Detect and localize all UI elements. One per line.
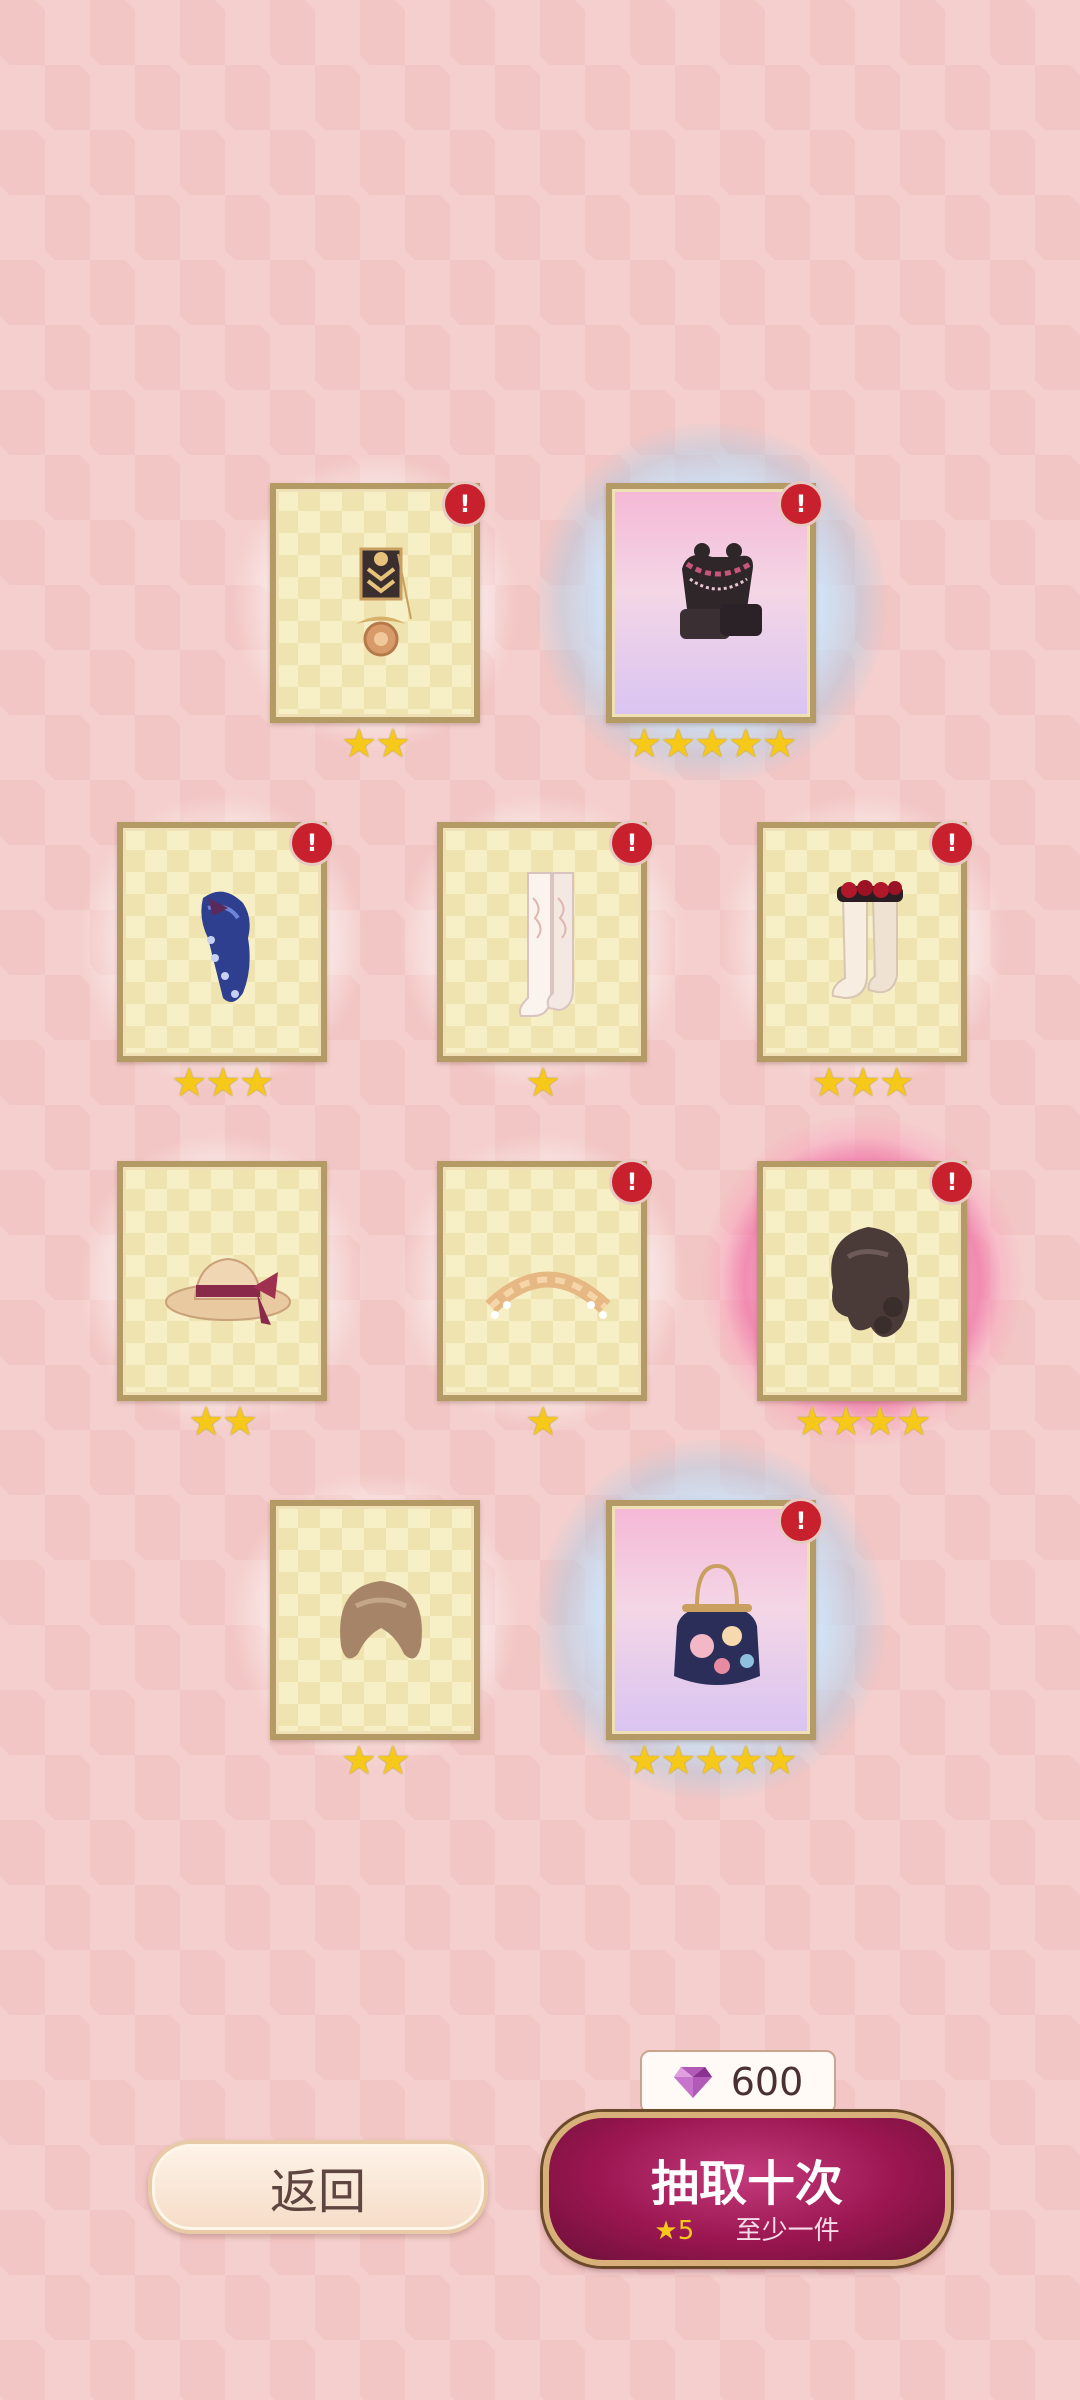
item-slot-8[interactable]: ! ★★★★ xyxy=(702,1116,1022,1446)
bob-wig-icon xyxy=(340,1581,422,1659)
item-card[interactable]: ! xyxy=(757,1159,975,1401)
new-badge: ! xyxy=(778,481,824,527)
rarity-stars: ★★★ xyxy=(171,1060,275,1106)
back-button[interactable]: 返回 xyxy=(148,2140,488,2234)
new-badge: ! xyxy=(609,1159,655,1205)
item-slot-2[interactable]: ! ★★★★★ xyxy=(536,423,886,783)
item-card[interactable]: ! xyxy=(437,1159,655,1401)
new-badge: ! xyxy=(929,1159,975,1205)
new-badge: ! xyxy=(442,481,488,527)
guarantee-label: 至少一件 xyxy=(735,2216,840,2246)
handbag-icon xyxy=(674,1563,760,1685)
item-card[interactable]: ! xyxy=(606,1498,824,1740)
item-card[interactable]: ! xyxy=(270,481,488,723)
item-slot-10[interactable]: ! ★★★★★ xyxy=(536,1440,886,1800)
item-slot-3[interactable]: ! ★★★ xyxy=(77,792,367,1106)
item-card[interactable] xyxy=(270,1500,480,1740)
item-slot-1[interactable]: ! ★★ xyxy=(230,453,520,767)
rarity-stars: ★★ xyxy=(188,1399,258,1445)
rarity-stars: ★★ xyxy=(341,721,411,767)
item-card[interactable]: ! xyxy=(117,820,335,1062)
item-slot-6[interactable]: ★★ xyxy=(77,1131,367,1445)
rarity-stars: ★★★★★ xyxy=(626,721,797,767)
draw-ten-button[interactable]: 抽取十次 ★5 至少一件 xyxy=(543,2112,951,2266)
draw-guarantee-text: ★5 至少一件 xyxy=(549,2210,945,2247)
new-badge: ! xyxy=(929,820,975,866)
item-slot-4[interactable]: ! ★ xyxy=(397,792,687,1106)
medal-brooch-icon xyxy=(356,547,412,657)
straw-hat-icon xyxy=(165,1257,291,1325)
rarity-stars: ★★★ xyxy=(811,1060,915,1106)
item-slot-7[interactable]: ! ★ xyxy=(397,1131,687,1445)
frill-socks-icon xyxy=(831,880,903,1000)
lace-hair-ornament-icon xyxy=(201,891,250,1002)
guarantee-rarity: ★5 xyxy=(654,2216,695,2246)
curly-wig-icon xyxy=(831,1227,910,1337)
draw-ten-label: 抽取十次 xyxy=(650,2156,843,2212)
item-card[interactable]: ! xyxy=(437,820,655,1062)
item-card[interactable] xyxy=(117,1161,327,1401)
rarity-stars: ★★★★ xyxy=(794,1399,931,1445)
cost-amount: 600 xyxy=(730,2060,804,2104)
cost-indicator: 600 xyxy=(640,2050,836,2127)
new-badge: ! xyxy=(289,820,335,866)
new-badge: ! xyxy=(778,1498,824,1544)
rarity-stars: ★ xyxy=(525,1399,561,1445)
rarity-stars: ★★ xyxy=(341,1738,411,1784)
pearl-headband-icon xyxy=(485,1271,611,1319)
new-badge: ! xyxy=(609,820,655,866)
rarity-stars: ★ xyxy=(525,1060,561,1106)
item-slot-9[interactable]: ★★ xyxy=(230,1470,520,1784)
item-card[interactable]: ! xyxy=(757,820,975,1062)
diamond-icon xyxy=(673,2067,712,2098)
rarity-stars: ★★★★★ xyxy=(626,1738,797,1784)
item-card[interactable]: ! xyxy=(606,481,824,723)
platform-shoes-icon xyxy=(680,543,762,639)
lace-stockings-icon xyxy=(518,872,574,1017)
item-slot-5[interactable]: ! ★★★ xyxy=(717,792,1007,1106)
